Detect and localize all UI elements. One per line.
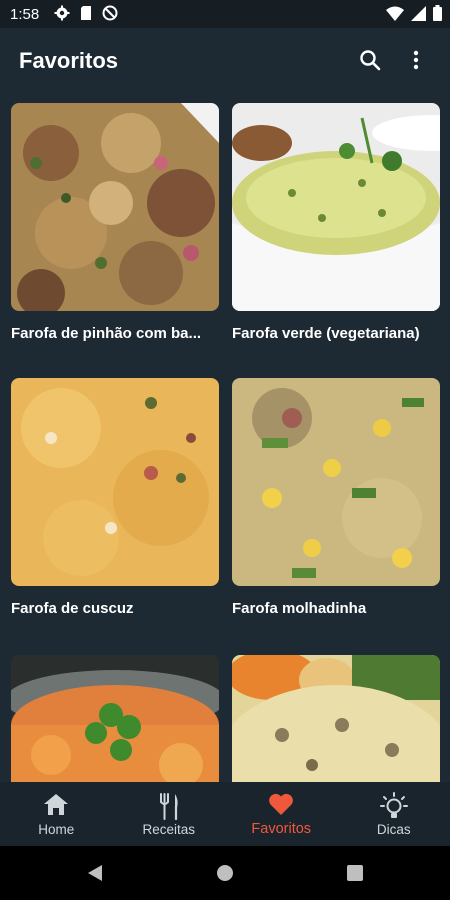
recipe-title[interactable]: Farofa verde (vegetariana) <box>232 325 442 342</box>
page-title: Favoritos <box>19 48 119 73</box>
recipe-card[interactable] <box>11 655 219 782</box>
recents-icon[interactable] <box>346 864 364 882</box>
fork-knife-icon <box>159 793 178 820</box>
no-tracking-icon <box>102 5 118 21</box>
status-left-icons <box>54 5 118 21</box>
wifi-icon <box>386 6 404 21</box>
recipe-image[interactable] <box>11 103 219 311</box>
search-icon[interactable] <box>358 48 382 72</box>
heart-icon <box>269 793 294 815</box>
recipe-card[interactable]: Farofa verde (vegetariana) <box>232 103 440 342</box>
recipe-image[interactable] <box>232 655 440 782</box>
sd-card-icon <box>81 6 91 20</box>
lightbulb-icon <box>379 792 408 818</box>
recipe-image[interactable] <box>232 103 440 311</box>
bottom-nav: Home Receitas Favoritos Dicas <box>0 782 450 846</box>
recipe-image[interactable] <box>232 378 440 586</box>
signal-icon <box>411 5 426 21</box>
recipe-image[interactable] <box>11 378 219 586</box>
recipe-title[interactable]: Farofa de pinhão com ba... <box>11 325 221 342</box>
gear-icon <box>54 5 70 21</box>
status-bar: 1:58 <box>0 0 450 28</box>
recipe-card[interactable]: Farofa molhadinha <box>232 378 440 617</box>
status-right-icons <box>386 5 442 21</box>
status-time: 1:58 <box>10 6 40 23</box>
recipe-card[interactable]: Farofa de cuscuz <box>11 378 219 617</box>
more-vert-icon[interactable] <box>404 48 428 72</box>
recipe-grid: Farofa de pinhão com ba... Farofa verde … <box>0 92 450 782</box>
recipe-card[interactable] <box>232 655 440 782</box>
recipe-card[interactable]: Farofa de pinhão com ba... <box>11 103 219 342</box>
nav-item-favoritos[interactable]: Favoritos <box>225 782 338 846</box>
nav-label: Home <box>38 822 75 837</box>
app-bar: Favoritos <box>0 28 450 92</box>
recipe-title[interactable]: Farofa de cuscuz <box>11 600 221 617</box>
nav-item-receitas[interactable]: Receitas <box>113 782 226 846</box>
nav-label: Favoritos <box>251 821 312 837</box>
system-nav-bar <box>0 846 450 900</box>
nav-label: Dicas <box>376 822 411 837</box>
home-icon <box>44 794 69 815</box>
nav-item-dicas[interactable]: Dicas <box>338 782 450 846</box>
back-icon[interactable] <box>86 864 104 882</box>
recipe-image[interactable] <box>11 655 219 782</box>
battery-icon <box>433 5 442 21</box>
nav-item-home[interactable]: Home <box>0 782 113 846</box>
nav-label: Receitas <box>142 822 196 837</box>
home-circle-icon[interactable] <box>216 864 234 882</box>
recipe-title[interactable]: Farofa molhadinha <box>232 600 442 617</box>
